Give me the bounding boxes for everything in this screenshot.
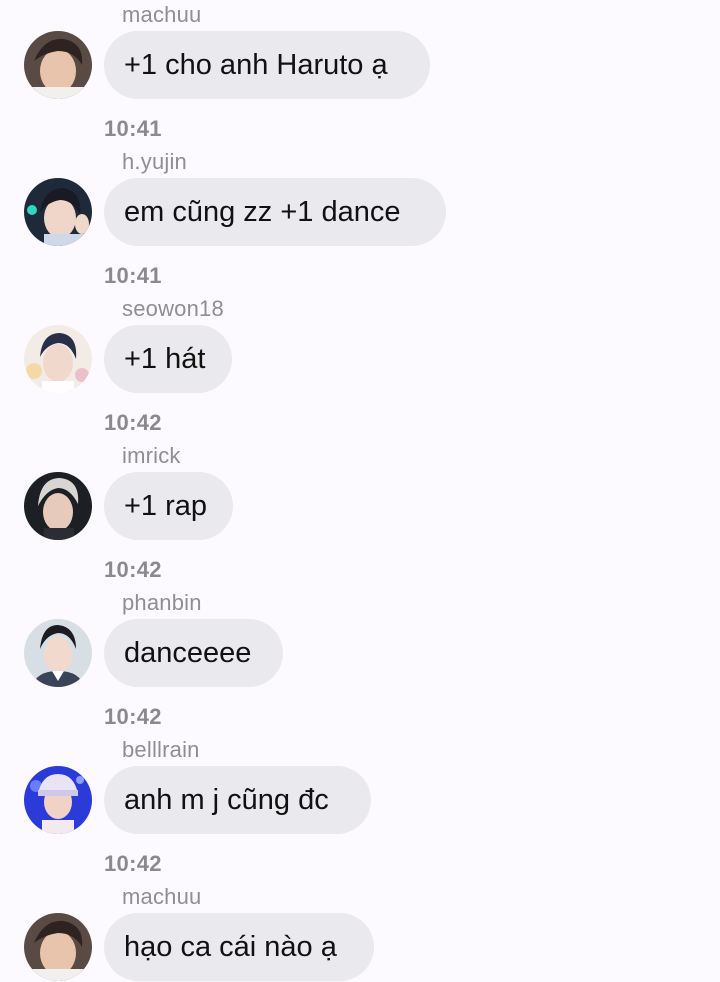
message-bubble[interactable]: danceeee xyxy=(104,619,283,687)
timestamp: 10:42 xyxy=(104,704,162,729)
user-avatar[interactable] xyxy=(24,472,92,540)
chat-thread: machuu +1 cho anh Haruto ạ 10:41 h.yujin… xyxy=(0,0,720,982)
user-avatar[interactable] xyxy=(24,619,92,687)
message-bubble[interactable]: em cũng zz +1 dance xyxy=(104,178,446,246)
sender-name: belllrain xyxy=(122,737,200,762)
message-bubble[interactable]: +1 cho anh Haruto ạ xyxy=(104,31,430,99)
sender-name: seowon18 xyxy=(122,296,224,321)
sender-name: machuu xyxy=(122,884,202,909)
user-avatar[interactable] xyxy=(24,31,92,99)
timestamp: 10:41 xyxy=(104,263,162,288)
sender-name: phanbin xyxy=(122,590,202,615)
sender-name: machuu xyxy=(122,2,202,27)
message-bubble[interactable]: +1 rap xyxy=(104,472,233,540)
timestamp: 10:41 xyxy=(104,116,162,141)
sender-name: h.yujin xyxy=(122,149,187,174)
message-bubble[interactable]: +1 hát xyxy=(104,325,232,393)
sender-name: imrick xyxy=(122,443,181,468)
user-avatar[interactable] xyxy=(24,325,92,393)
user-avatar[interactable] xyxy=(24,766,92,834)
user-avatar[interactable] xyxy=(24,178,92,246)
message-bubble[interactable]: hạo ca cái nào ạ xyxy=(104,913,374,981)
timestamp: 10:42 xyxy=(104,851,162,876)
message-bubble[interactable]: anh m j cũng đc xyxy=(104,766,371,834)
user-avatar[interactable] xyxy=(24,913,92,981)
timestamp: 10:42 xyxy=(104,410,162,435)
timestamp: 10:42 xyxy=(104,557,162,582)
